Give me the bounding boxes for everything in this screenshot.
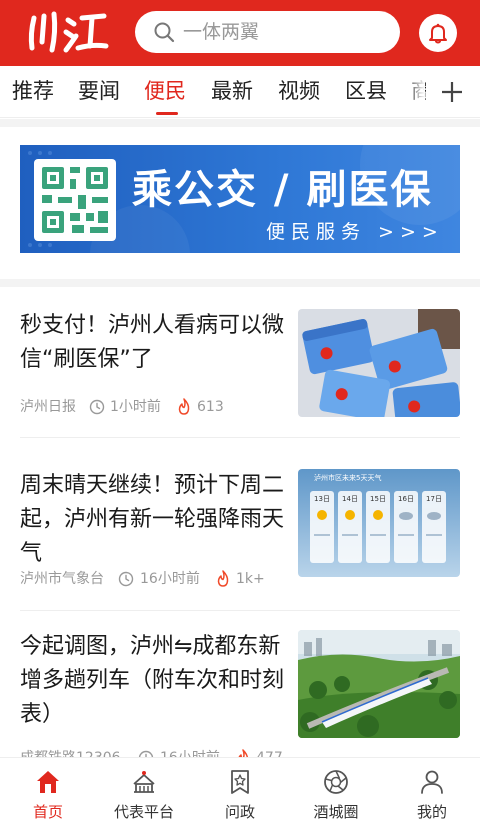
nav-label: 我的 xyxy=(416,803,447,821)
tab-headlines[interactable]: 要闻 xyxy=(78,77,120,105)
news-item[interactable]: 周末晴天继续！预计下周二起，泸州有新一轮强降雨天气 泸州市区未来5天天气 13日… xyxy=(20,469,460,589)
nav-label: 问政 xyxy=(224,803,255,821)
weather-day: 14日 xyxy=(342,495,358,503)
profile-icon xyxy=(421,770,443,794)
home-icon xyxy=(37,771,59,793)
news-item[interactable]: 秒支付！泸州人看病可以微信“刷医保”了 泸州日报 1小时前 613 xyxy=(20,309,460,419)
fire-icon xyxy=(217,570,229,587)
nav-inquiry[interactable]: 问政 xyxy=(192,758,288,825)
weather-day: 16日 xyxy=(398,495,414,503)
tab-recommend[interactable]: 推荐 xyxy=(12,77,54,105)
search-placeholder: 一体两翼 xyxy=(183,21,260,43)
weather-forecast-image: 泸州市区未来5天天气 13日 14日 15日 16日 17日 xyxy=(298,469,460,577)
clock-icon xyxy=(138,750,154,757)
weather-day: 13日 xyxy=(314,495,330,503)
news-hot-count: 477 xyxy=(256,748,283,757)
weather-day: 17日 xyxy=(426,495,442,503)
tab-districts[interactable]: 区县 xyxy=(345,77,387,105)
list-divider xyxy=(20,437,460,438)
section-divider xyxy=(0,119,480,127)
news-time: 1小时前 xyxy=(110,399,161,415)
banner-title: 乘公交 / 刷医保 xyxy=(132,167,433,213)
tab-latest[interactable]: 最新 xyxy=(211,77,253,105)
weather-day: 15日 xyxy=(370,495,386,503)
search-icon xyxy=(154,22,175,43)
news-source: 泸州市气象台 xyxy=(20,571,104,587)
news-hot-count: 613 xyxy=(197,399,224,415)
nav-representative-platform[interactable]: 代表平台 xyxy=(96,758,192,825)
tab-video[interactable]: 视频 xyxy=(278,77,320,105)
qr-code-icon xyxy=(34,159,116,241)
active-tab-indicator xyxy=(156,112,178,115)
clock-icon xyxy=(118,571,134,587)
fire-icon xyxy=(238,749,249,757)
app-logo[interactable] xyxy=(26,8,110,56)
inquiry-icon xyxy=(231,770,249,794)
weather-image-caption: 泸州市区未来5天天气 xyxy=(314,474,382,482)
news-item[interactable]: 今起调图，泸州⇋成都东新增多趟列车（附车次和时刻表） 成都铁路12306 xyxy=(20,630,460,757)
high-speed-train-image xyxy=(298,630,460,738)
nav-profile[interactable]: 我的 xyxy=(384,758,480,825)
search-input[interactable]: 一体两翼 xyxy=(135,11,400,53)
bottom-navigation: 首页 代表平台 问政 酒城圈 我的 xyxy=(0,757,480,825)
add-channel-button[interactable] xyxy=(426,66,480,116)
news-time: 16小时前 xyxy=(140,571,200,587)
representative-platform-icon xyxy=(133,771,155,793)
section-divider xyxy=(0,279,480,287)
channel-tabs: 推荐 要闻 便民 最新 视频 区县 商 xyxy=(0,66,480,118)
news-time: 16小时前 xyxy=(160,748,220,757)
clock-icon xyxy=(89,399,105,415)
news-source: 泸州日报 xyxy=(20,399,76,415)
news-source: 成都铁路12306 xyxy=(20,748,121,757)
nav-label: 酒城圈 xyxy=(313,803,359,821)
tab-convenience[interactable]: 便民 xyxy=(144,77,186,105)
banner-subtitle: 便民服务 >>> xyxy=(266,221,444,243)
bell-icon xyxy=(429,23,447,44)
notification-button[interactable] xyxy=(419,14,457,52)
tabs-fade xyxy=(405,66,425,116)
plus-icon xyxy=(442,82,462,102)
top-bar: 一体两翼 xyxy=(0,0,480,66)
list-divider xyxy=(20,610,460,611)
news-title: 周末晴天继续！预计下周二起，泸州有新一轮强降雨天气 xyxy=(20,473,285,566)
medical-insurance-cards-image xyxy=(298,309,460,417)
nav-label: 首页 xyxy=(32,803,63,821)
nav-wine-city-circle[interactable]: 酒城圈 xyxy=(288,758,384,825)
news-title: 今起调图，泸州⇋成都东新增多趟列车（附车次和时刻表） xyxy=(20,634,285,727)
fire-icon xyxy=(178,398,190,415)
nav-label: 代表平台 xyxy=(113,803,174,821)
aperture-icon xyxy=(324,770,348,794)
news-hot-count: 1k+ xyxy=(236,571,265,587)
nav-home[interactable]: 首页 xyxy=(0,758,96,825)
service-banner[interactable]: 乘公交 / 刷医保 便民服务 >>> xyxy=(20,145,460,253)
news-title: 秒支付！泸州人看病可以微信“刷医保”了 xyxy=(20,313,285,372)
